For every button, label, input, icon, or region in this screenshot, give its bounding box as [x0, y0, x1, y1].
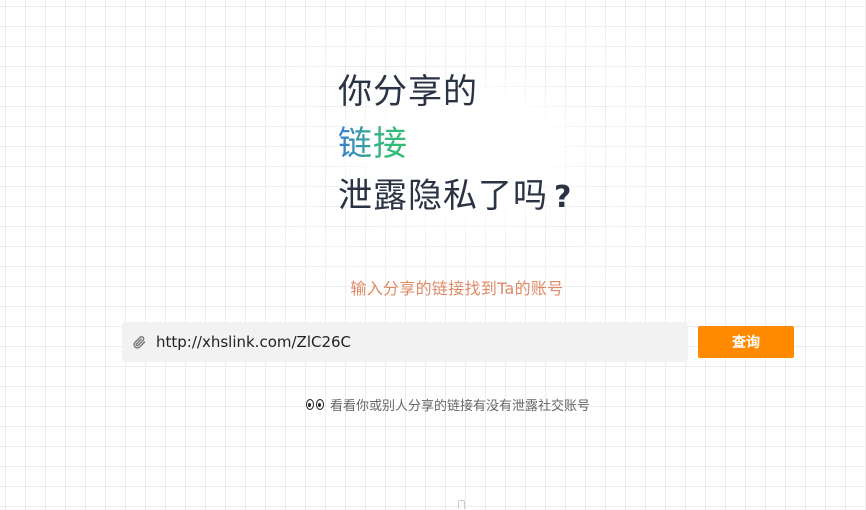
hint-text: 看看你或别人分享的链接有没有泄露社交账号 [330, 399, 591, 414]
search-box[interactable] [122, 322, 688, 362]
hero-title-line2-highlight: 链接 [338, 124, 408, 164]
scroll-indicator [458, 500, 465, 509]
query-button[interactable]: 查询 [698, 326, 794, 358]
question-mark: ? [554, 180, 573, 215]
eye-right [316, 399, 324, 410]
eye-left [306, 399, 314, 410]
link-input[interactable] [156, 327, 676, 357]
hint: 看看你或别人分享的链接有没有泄露社交账号 [306, 395, 590, 414]
hero-title-line3: 泄露隐私了吗? [338, 176, 572, 218]
paperclip-icon [132, 334, 146, 350]
hero-title-line3-text: 泄露隐私了吗 [338, 176, 548, 216]
eyes-icon [306, 399, 324, 410]
subtitle: 输入分享的链接找到Ta的账号 [350, 279, 564, 298]
hero-title-line1: 你分享的 [338, 72, 478, 112]
